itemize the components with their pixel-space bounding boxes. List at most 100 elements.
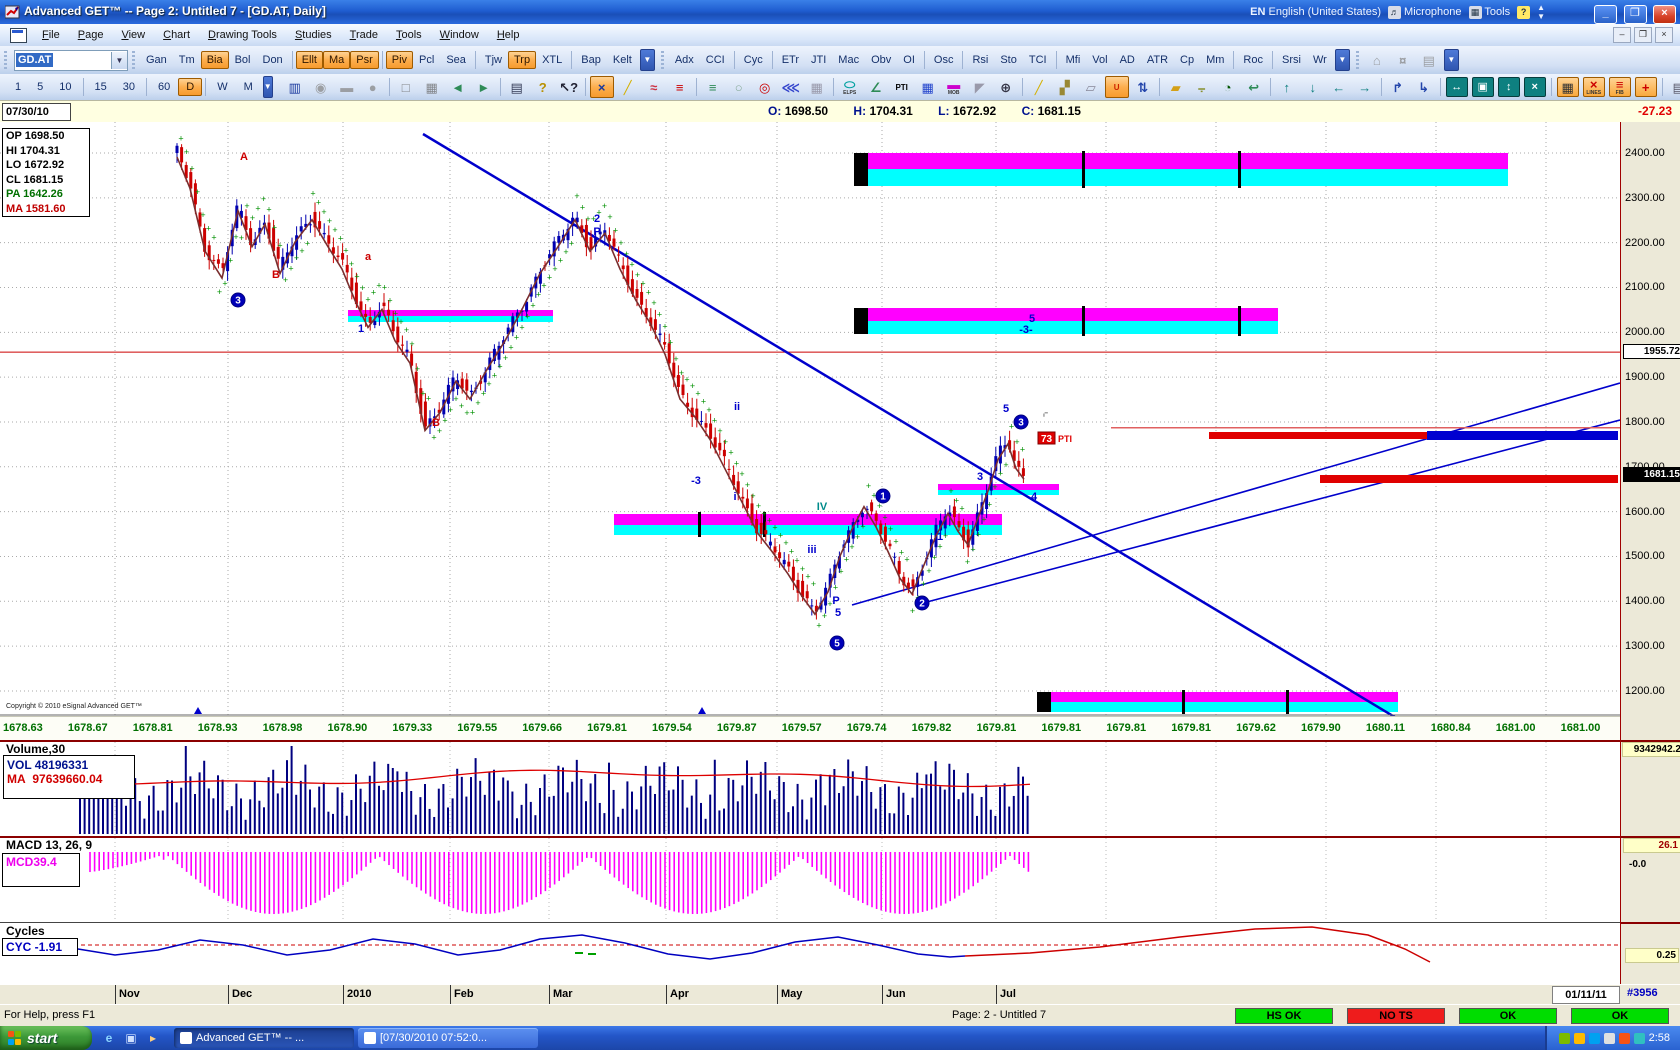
menu-window[interactable]: Window [431,26,488,44]
study-button-psr[interactable]: Psr [350,51,379,69]
timeframe-button-30[interactable]: 30 [115,78,143,96]
microphone-button[interactable]: ♬ Microphone [1388,6,1462,19]
step-up-icon[interactable]: ↱ [1386,76,1410,98]
timeframe-button-1[interactable]: 1 [7,78,29,96]
study-button-osc[interactable]: Osc [928,51,960,69]
study-button-gan[interactable]: Gan [140,51,173,69]
study-button-kelt[interactable]: Kelt [607,51,638,69]
pointer-hand-icon[interactable]: ◤ [968,76,992,98]
forward-arrow-icon[interactable]: ► [472,76,496,98]
print-icon[interactable]: ▤ [505,76,529,98]
price-axis[interactable]: 2400.002300.002200.002100.002000.001900.… [1620,122,1680,1004]
study-button-oi[interactable]: OI [897,51,921,69]
study-button-bia[interactable]: Bia [201,51,229,69]
scroll-up-icon[interactable]: ↑ [1275,76,1299,98]
scroll-left-icon[interactable]: ← [1327,76,1351,98]
start-button[interactable]: start [0,1026,92,1050]
pencil-tool-icon[interactable]: ╱ [616,76,640,98]
ellipse-tool-icon[interactable]: ⬭ELPS [838,76,862,98]
menu-drawing-tools[interactable]: Drawing Tools [199,26,286,44]
quote-window-icon[interactable]: ◉ [309,76,333,98]
study-button-atr[interactable]: ATR [1141,51,1174,69]
study-button-mac[interactable]: Mac [832,51,865,69]
minimize-button[interactable]: _ [1594,5,1617,24]
toolbar-grip[interactable] [3,51,8,69]
time-ellipse-icon[interactable]: ○ [727,76,751,98]
help-icon[interactable]: ? [531,76,555,98]
timeframe-button-w[interactable]: W [209,78,235,96]
pti-tool-icon[interactable]: PTI [890,76,914,98]
tray-icon-3[interactable] [1604,1033,1615,1044]
study-button-etr[interactable]: ETr [776,51,805,69]
open-folder-icon[interactable]: ▰ [1164,76,1188,98]
media-icon[interactable]: ▸ [145,1030,161,1046]
toolbar-grip[interactable] [1355,51,1360,69]
langbar-help-icon[interactable]: ? [1517,6,1530,19]
timeframe-button-60[interactable]: 60 [150,78,178,96]
study-button-jti[interactable]: JTI [805,51,832,69]
fan-lines-icon[interactable]: ⋘ [779,76,803,98]
study-button-xtl[interactable]: XTL [536,51,568,69]
tray-icon-5[interactable] [1634,1033,1645,1044]
tray-icon-0[interactable] [1559,1033,1570,1044]
language-indicator[interactable]: EN English (United States) [1250,6,1381,18]
menu-view[interactable]: View [112,26,154,44]
study-button-mfi[interactable]: Mfi [1060,51,1087,69]
crosshair-icon[interactable]: + [1635,77,1657,97]
funds-icon[interactable]: ¤ [1391,49,1415,71]
dots-grid-icon[interactable]: ▦ [1557,77,1579,97]
copy-page-icon[interactable]: ▱ [1079,76,1103,98]
zoom-in-icon[interactable]: ⊕ [994,76,1018,98]
close-panels-icon[interactable]: × [1524,77,1546,97]
menu-chart[interactable]: Chart [154,26,199,44]
bullseye-icon[interactable]: ◎ [753,76,777,98]
tray-icon-4[interactable] [1619,1033,1630,1044]
study-button-piv[interactable]: Piv [386,51,413,69]
child-restore-button[interactable]: ❐ [1634,27,1652,43]
study-button-bap[interactable]: Bap [575,51,607,69]
cycles-panel[interactable]: Cycles CYC -1.91 [0,922,1620,985]
timeframe-overflow-button[interactable]: ▼ [263,76,273,98]
study-button-bol[interactable]: Bol [229,51,257,69]
study-button-sea[interactable]: Sea [440,51,472,69]
tail-overflow-button[interactable]: ▼ [1444,49,1459,71]
stopwatch-icon[interactable]: ◔ [1216,76,1240,98]
toolbar-grip[interactable] [660,51,665,69]
flask-icon[interactable]: ⨪ [1190,76,1214,98]
expand-horizontal-icon[interactable]: ↔ [1446,77,1468,97]
close-button[interactable]: × [1653,5,1676,24]
timeframe-button-10[interactable]: 10 [51,78,79,96]
timeframe-button-m[interactable]: M [236,78,261,96]
retracement-tool-icon[interactable]: ≈ [642,76,666,98]
scroll-right-icon[interactable]: → [1353,76,1377,98]
back-arrow-icon[interactable]: ◄ [446,76,470,98]
fib-toggle-icon[interactable]: ≡FIB [1609,77,1631,97]
study-button-obv[interactable]: Obv [865,51,897,69]
scroll-down-icon[interactable]: ↓ [1301,76,1325,98]
step-down-icon[interactable]: ↳ [1412,76,1436,98]
align-tool-icon[interactable]: ⇅ [1131,76,1155,98]
volume-panel[interactable]: Volume,30 VOL 48196331 MA 97639660.04 [0,740,1620,836]
home-icon[interactable]: ⌂ [1365,49,1389,71]
menu-trade[interactable]: Trade [341,26,387,44]
study-button-ellt[interactable]: Ellt [296,51,323,69]
taskbar-task-1[interactable]: [07/30/2010 07:52:0... [358,1028,538,1048]
timeframe-button-d[interactable]: D [178,78,202,96]
grid-tool-icon[interactable]: ▦ [805,76,829,98]
menu-help[interactable]: Help [488,26,529,44]
symbol-dropdown-icon[interactable]: ▼ [111,52,127,69]
revert-icon[interactable]: ↩ [1242,76,1266,98]
menu-tools[interactable]: Tools [387,26,431,44]
study-button-don[interactable]: Don [257,51,289,69]
study-button-cci[interactable]: CCI [700,51,731,69]
mob-tool-icon[interactable]: ▬MOB [942,76,966,98]
tray-icon-1[interactable] [1574,1033,1585,1044]
time-axis[interactable]: 01/11/11 #3956 NovDec2010FebMarAprMayJun… [0,984,1680,1006]
timeframe-button-15[interactable]: 15 [87,78,115,96]
study-button-rsi[interactable]: Rsi [966,51,994,69]
new-page-icon[interactable]: □ [394,76,418,98]
ie-icon[interactable]: e [101,1030,117,1046]
levels-tool-icon[interactable]: ≡ [668,76,692,98]
macd-panel[interactable]: MACD 13, 26, 9 MCD39.4 [0,836,1620,922]
expand-vertical-icon[interactable]: ↕ [1498,77,1520,97]
